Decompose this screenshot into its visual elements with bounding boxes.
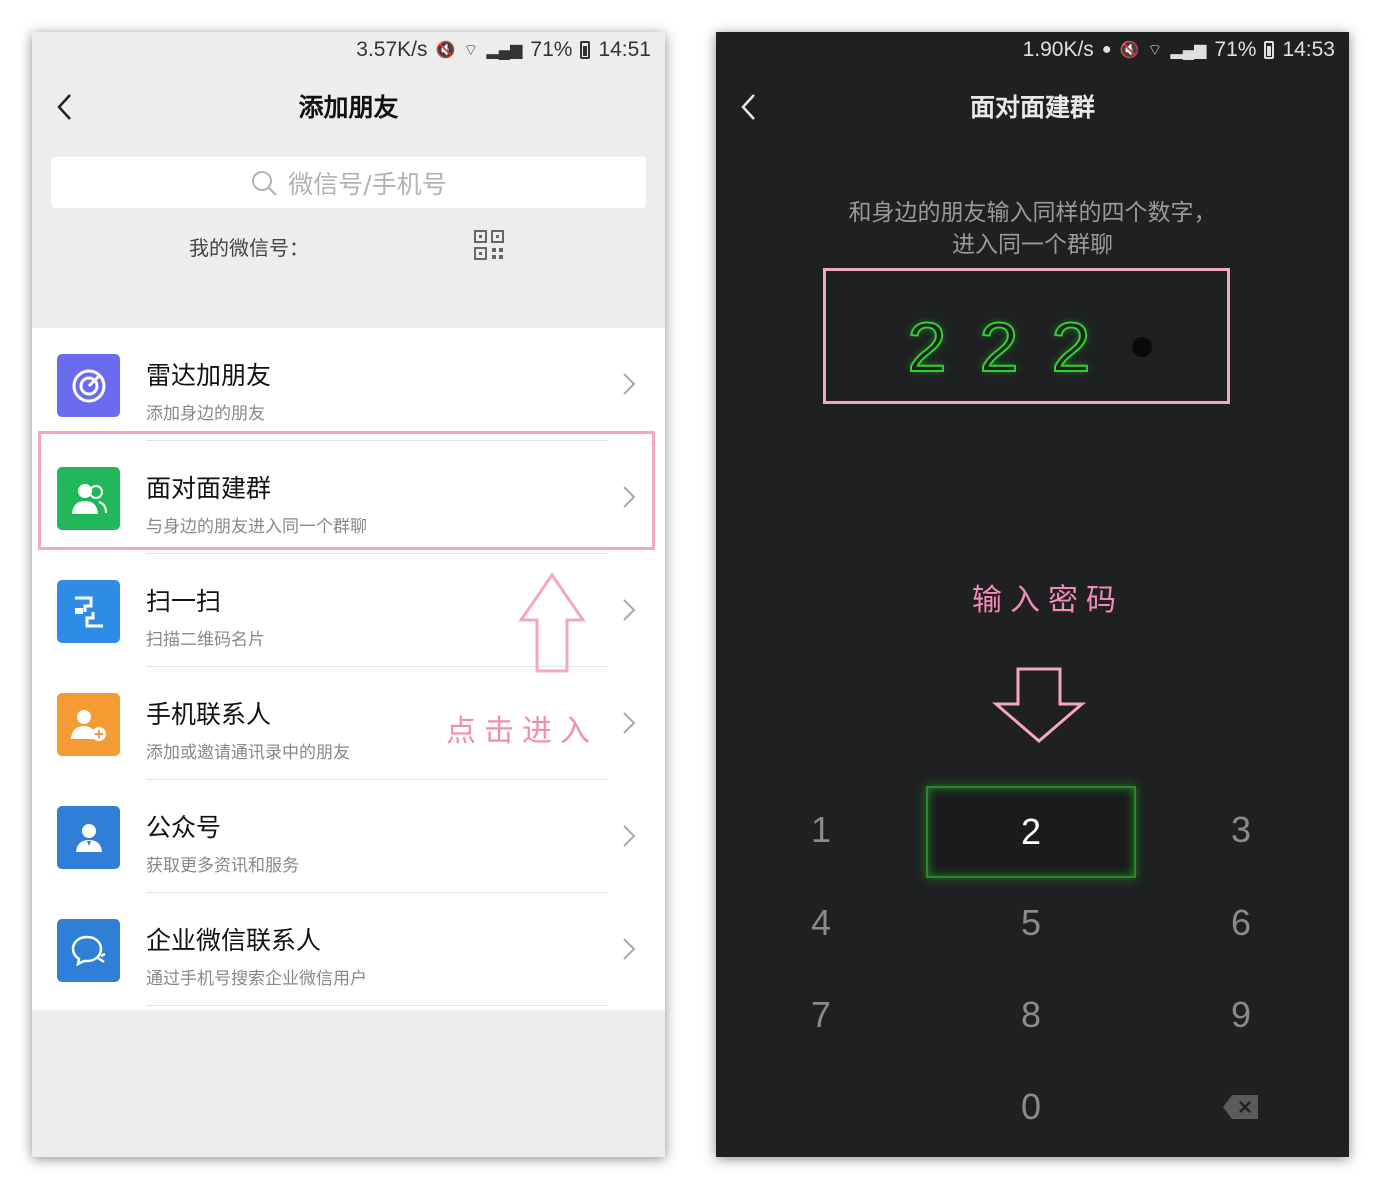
- item-title: 手机联系人: [146, 700, 272, 729]
- list-item-official-accounts[interactable]: 公众号 获取更多资讯和服务: [32, 780, 665, 893]
- backspace-icon: [1223, 1095, 1258, 1119]
- page-title: 添加朋友: [298, 93, 399, 122]
- chevron-right-icon: [623, 712, 636, 734]
- item-subtitle: 添加或邀请通讯录中的朋友: [146, 743, 350, 763]
- search-input[interactable]: 微信号/手机号: [51, 157, 646, 208]
- list-item-radar[interactable]: 雷达加朋友 添加身边的朋友: [32, 328, 665, 441]
- page-title: 面对面建群: [969, 93, 1095, 122]
- enterprise-chat-icon: [57, 919, 120, 982]
- item-subtitle: 扫描二维码名片: [146, 630, 265, 650]
- list-item-enterprise-contacts[interactable]: 企业微信联系人 通过手机号搜索企业微信用户: [32, 893, 665, 1006]
- item-title: 公众号: [146, 813, 222, 842]
- search-icon: [252, 170, 277, 196]
- clock: 14:53: [1282, 38, 1335, 61]
- keypad-key-3[interactable]: 3: [1136, 784, 1346, 876]
- item-subtitle: 添加身边的朋友: [146, 404, 265, 424]
- divider: [146, 1005, 608, 1006]
- annotation-click-enter: 点击进入: [446, 714, 598, 749]
- instruction-line-2: 进入同一个群聊: [952, 232, 1113, 258]
- face-to-face-group-screen: 1.90K/s ● 🔇 ⌔ ▂▄▆ 71% 14:53 面对面建群 和身边的朋友…: [716, 32, 1349, 1157]
- status-bar: 3.57K/s 🔇 ⌔ ▂▄▆ 71% 14:51: [356, 38, 651, 62]
- clock: 14:51: [598, 38, 651, 61]
- item-title: 雷达加朋友: [146, 361, 272, 390]
- chevron-right-icon: [623, 599, 636, 621]
- status-bar: 1.90K/s ● 🔇 ⌔ ▂▄▆ 71% 14:53: [1023, 38, 1335, 62]
- keypad-key-9[interactable]: 9: [1136, 969, 1346, 1061]
- item-subtitle: 获取更多资讯和服务: [146, 856, 299, 876]
- add-friend-screen: 3.57K/s 🔇 ⌔ ▂▄▆ 71% 14:51 添加朋友 微信号/手机号 我…: [32, 32, 665, 1157]
- scan-icon: [57, 580, 120, 643]
- keypad-key-1[interactable]: 1: [716, 784, 926, 876]
- mute-icon: 🔇: [435, 42, 456, 59]
- chevron-right-icon: [623, 938, 636, 960]
- network-speed: 1.90K/s: [1022, 38, 1094, 61]
- keypad-key-6[interactable]: 6: [1136, 877, 1346, 969]
- radar-icon: [57, 354, 120, 417]
- keypad-key-0[interactable]: 0: [926, 1061, 1136, 1153]
- network-speed: 3.57K/s: [356, 38, 428, 61]
- chevron-right-icon: [623, 373, 636, 395]
- signal-icon: ▂▄▆: [1170, 42, 1207, 59]
- instruction-line-1: 和身边的朋友输入同样的四个数字，: [848, 200, 1217, 226]
- keypad-key-2[interactable]: 2: [926, 786, 1136, 878]
- battery-icon: [580, 41, 591, 59]
- keypad-key-5[interactable]: 5: [926, 877, 1136, 969]
- battery-icon: [1264, 41, 1275, 59]
- official-account-icon: [57, 806, 120, 869]
- location-icon: ●: [1101, 41, 1112, 58]
- wifi-icon: ⌔: [1147, 42, 1163, 59]
- annotation-enter-password: 输入密码: [972, 583, 1124, 618]
- battery-percent: 71%: [530, 38, 573, 61]
- keypad-backspace[interactable]: [1136, 1061, 1346, 1153]
- item-subtitle: 通过手机号搜索企业微信用户: [146, 969, 367, 989]
- search-placeholder: 微信号/手机号: [288, 169, 447, 199]
- down-arrow-annotation: [992, 667, 1086, 743]
- highlight-box: [38, 431, 655, 550]
- chevron-right-icon: [623, 825, 636, 847]
- item-title: 企业微信联系人: [146, 926, 322, 955]
- signal-icon: ▂▄▆: [486, 42, 523, 59]
- wifi-icon: ⌔: [463, 42, 479, 59]
- highlight-box: [823, 268, 1230, 404]
- keypad-key-8[interactable]: 8: [926, 969, 1136, 1061]
- contact-add-icon: [57, 693, 120, 756]
- up-arrow-annotation: [518, 572, 586, 673]
- instruction-text: 和身边的朋友输入同样的四个数字， 进入同一个群聊: [716, 197, 1349, 261]
- item-title: 扫一扫: [146, 587, 222, 616]
- qr-code-icon[interactable]: [474, 230, 504, 260]
- battery-percent: 71%: [1214, 38, 1257, 61]
- my-wechat-id-label: 我的微信号：: [189, 236, 309, 260]
- keypad-key-7[interactable]: 7: [716, 969, 926, 1061]
- keypad-key-4[interactable]: 4: [716, 877, 926, 969]
- mute-icon: 🔇: [1119, 42, 1140, 59]
